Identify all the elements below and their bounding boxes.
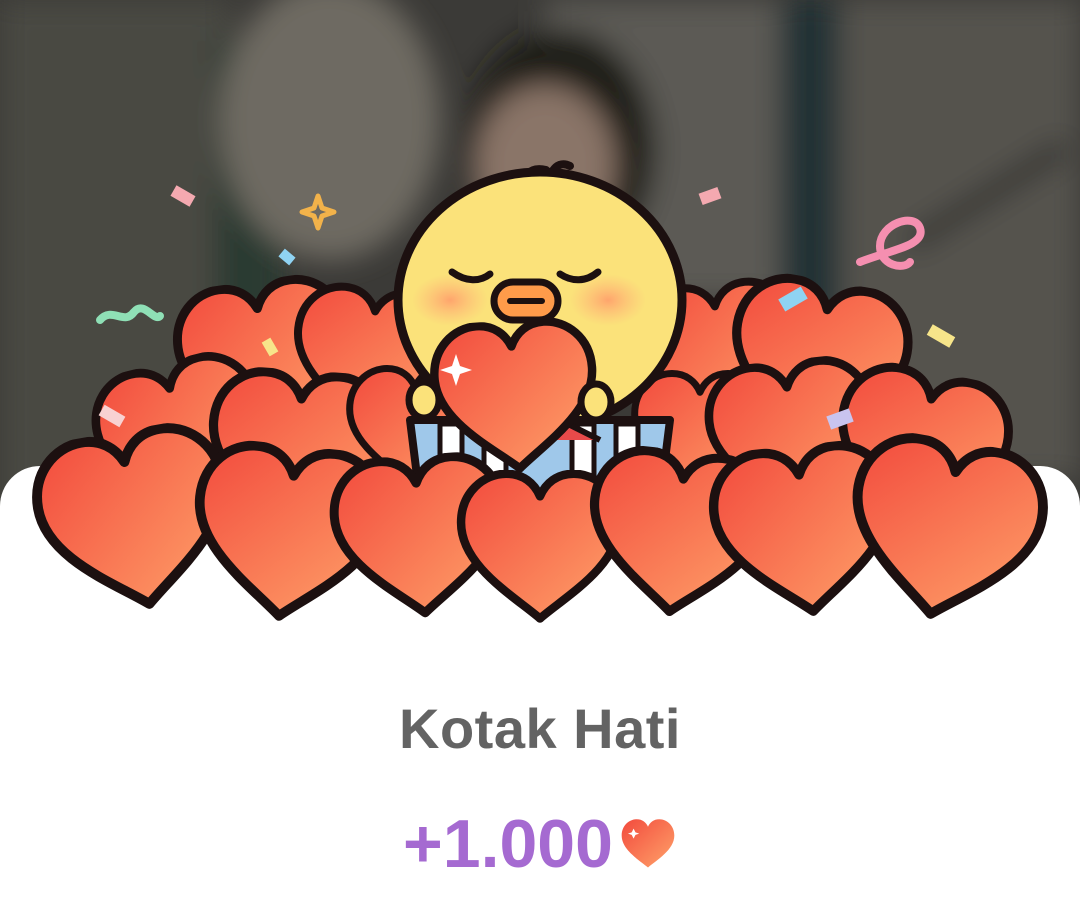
reward-illustration	[0, 160, 1080, 901]
chick-hand	[577, 380, 615, 424]
reward-amount: +1.000	[403, 806, 613, 883]
heart-decoration	[839, 430, 1052, 630]
chick-hand	[405, 378, 443, 422]
heart-icon	[621, 819, 675, 868]
reward-title: Kotak Hati	[399, 697, 681, 760]
reward-amount-row: +1.000	[0, 802, 1080, 881]
